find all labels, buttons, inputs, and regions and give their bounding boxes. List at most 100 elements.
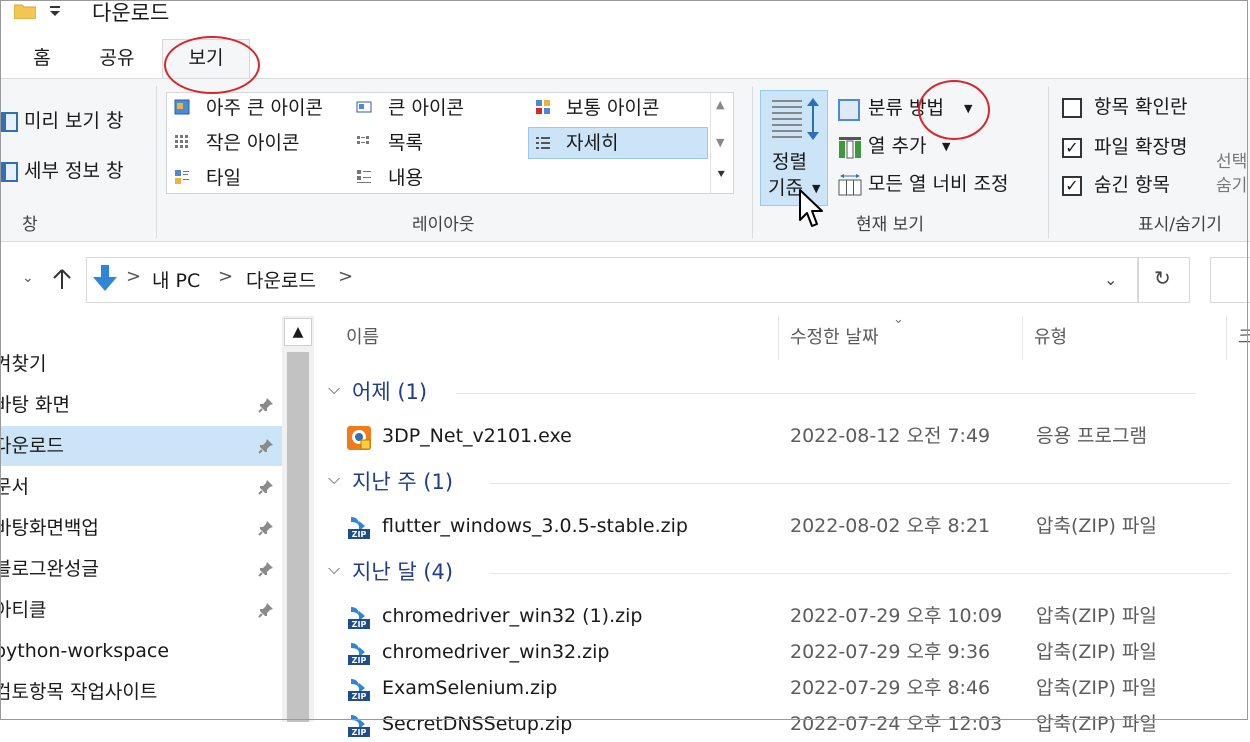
group-collapse-icon[interactable]: ⌵ [328, 379, 340, 399]
column-separator[interactable] [778, 316, 779, 360]
quick-access-dropdown-icon[interactable] [48, 4, 62, 18]
group-header[interactable]: 지난 주 (1) [352, 467, 453, 497]
tab-view[interactable]: 보기 [162, 39, 250, 79]
nav-item[interactable]: 바탕 화면 [0, 385, 282, 425]
svg-text:ZIP: ZIP [352, 728, 367, 737]
fit-columns-button[interactable]: 모든 열 너비 조정 [868, 172, 1008, 196]
group-collapse-icon[interactable]: ⌵ [328, 469, 340, 489]
folder-icon [14, 4, 36, 19]
layout-group-label: 레이아웃 [412, 215, 475, 235]
column-type[interactable]: 유형 [1034, 324, 1067, 352]
file-date: 2022-08-12 오전 7:49 [790, 425, 991, 447]
column-separator[interactable] [1226, 316, 1227, 360]
nav-item[interactable]: 겨찾기 [0, 344, 282, 384]
file-name: flutter_windows_3.0.5-stable.zip [382, 515, 688, 537]
column-separator[interactable] [1022, 316, 1023, 360]
address-history-icon[interactable]: ⌄ [1104, 270, 1117, 289]
nav-item[interactable]: 문서 [0, 467, 282, 507]
tab-share[interactable]: 공유 [92, 42, 142, 74]
nav-item-label: 다운로드 [0, 435, 64, 457]
gallery-up-icon[interactable]: ▲ [716, 98, 724, 111]
column-name[interactable]: 이름 [346, 324, 379, 352]
details-pane-button[interactable]: 세부 정보 창 [24, 159, 123, 183]
group-separator [1048, 86, 1049, 238]
group-header[interactable]: 어제 (1) [352, 377, 427, 407]
group-by-dropdown-icon[interactable]: ▼ [964, 102, 972, 115]
group-header[interactable]: 지난 달 (4) [352, 557, 453, 587]
up-arrow-icon[interactable] [52, 268, 72, 290]
medium-icons-icon [536, 100, 550, 114]
layout-extra-large-icons[interactable]: 아주 큰 아이콘 [206, 96, 323, 120]
layout-large-icons[interactable]: 큰 아이콘 [388, 96, 464, 120]
breadcrumb-this-pc[interactable]: 내 PC [152, 266, 200, 293]
item-checkboxes-checkbox[interactable] [1062, 98, 1082, 118]
breadcrumb-sep[interactable]: > [126, 266, 141, 287]
zip-icon: ZIP [348, 715, 370, 737]
gallery-more-icon[interactable]: ⯆ [716, 168, 726, 183]
hidden-items-checkbox[interactable]: ✓ [1062, 176, 1082, 196]
zip-icon: ZIP [348, 643, 370, 665]
file-type: 압축(ZIP) 파일 [1036, 605, 1157, 627]
layout-details[interactable]: 자세히 [566, 131, 618, 155]
file-row[interactable]: 3DP_Net_v2101.exe 2022-08-12 오전 7:49 응용 프로… [346, 418, 1246, 454]
file-row[interactable]: ZIP SecretDNSSetup.zip 2022-07-24 오후 12:03… [346, 706, 1246, 742]
layout-list[interactable]: 목록 [388, 131, 423, 155]
pin-icon[interactable] [258, 561, 274, 577]
nav-item[interactable]: 바탕화면백업 [0, 508, 282, 548]
group-by-button[interactable]: 분류 방법 [868, 96, 944, 120]
gallery-down-icon[interactable]: ▼ [716, 136, 724, 149]
preview-pane-icon [0, 112, 18, 132]
pin-icon[interactable] [258, 397, 274, 413]
breadcrumb-sep[interactable]: > [218, 266, 233, 287]
file-name: ExamSelenium.zip [382, 677, 558, 699]
pin-icon[interactable] [258, 520, 274, 536]
layout-small-icons[interactable]: 작은 아이콘 [206, 131, 299, 155]
group-collapse-icon[interactable]: ⌵ [328, 559, 340, 579]
search-input[interactable] [1210, 257, 1250, 303]
file-row[interactable]: ZIP chromedriver_win32 (1).zip 2022-07-29 … [346, 598, 1246, 634]
recent-locations-icon[interactable]: ⌄ [22, 270, 34, 286]
nav-item[interactable]: 아티클 [0, 590, 282, 630]
file-row[interactable]: ZIP chromedriver_win32.zip 2022-07-29 오후 9… [346, 634, 1246, 670]
pin-icon[interactable] [258, 438, 274, 454]
group-divider [490, 483, 1230, 484]
file-type: 압축(ZIP) 파일 [1036, 713, 1157, 735]
hide-selected-label-clipped[interactable]: 선택 [1216, 150, 1247, 174]
file-date: 2022-07-29 오후 10:09 [790, 605, 1003, 627]
file-extensions-checkbox[interactable]: ✓ [1062, 138, 1082, 158]
tab-home[interactable]: 홈 [22, 42, 62, 74]
add-columns-button[interactable]: 열 추가 [868, 134, 926, 158]
add-columns-dropdown-icon[interactable]: ▼ [942, 140, 950, 153]
current-view-group-label: 현재 보기 [856, 215, 924, 235]
exe-app-icon [347, 426, 371, 450]
column-date-modified[interactable]: 수정한 날짜 [790, 324, 879, 352]
group-by-icon [838, 99, 860, 121]
preview-pane-button[interactable]: 미리 보기 창 [24, 109, 123, 133]
nav-item[interactable]: python-workspace [0, 631, 282, 671]
nav-scroll-up-icon[interactable]: ▲ [284, 318, 312, 346]
file-type: 압축(ZIP) 파일 [1036, 677, 1157, 699]
address-bar[interactable] [86, 257, 1138, 303]
panes-group-label: 창 [22, 215, 38, 235]
breadcrumb-sep[interactable]: > [338, 266, 353, 287]
nav-item-label: python-workspace [0, 640, 170, 662]
layout-tiles[interactable]: 타일 [206, 166, 241, 190]
nav-item-label: 겨찾기 [0, 353, 47, 375]
nav-item[interactable]: 검토항목 작업사이트 [0, 672, 282, 712]
file-row[interactable]: ZIP ExamSelenium.zip 2022-07-29 오후 8:46 압축(… [346, 670, 1246, 706]
downloads-arrow-icon [93, 265, 117, 291]
layout-content[interactable]: 내용 [388, 166, 423, 190]
nav-item[interactable]: 다운로드 [0, 426, 282, 466]
breadcrumb-downloads[interactable]: 다운로드 [246, 266, 316, 293]
file-row[interactable]: ZIP flutter_windows_3.0.5-stable.zip 2022-… [346, 508, 1246, 544]
nav-scroll-thumb[interactable] [287, 352, 309, 722]
details-pane-icon [0, 162, 18, 182]
refresh-icon: ↻ [1154, 266, 1171, 290]
svg-text:ZIP: ZIP [352, 530, 367, 539]
pin-icon[interactable] [258, 602, 274, 618]
layout-medium-icons[interactable]: 보통 아이콘 [566, 96, 659, 120]
pin-icon[interactable] [258, 479, 274, 495]
nav-item[interactable]: 블로그완성글 [0, 549, 282, 589]
group-separator [752, 86, 753, 238]
column-size-clipped[interactable]: 크 [1238, 324, 1250, 352]
